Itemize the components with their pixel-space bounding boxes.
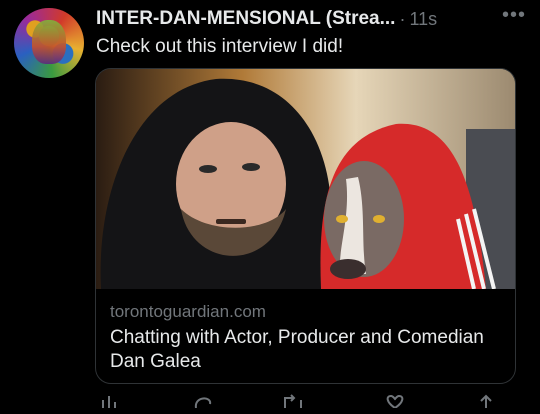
man-and-dog-photo (96, 69, 515, 289)
share-icon[interactable] (476, 394, 496, 413)
header-separator: · (399, 8, 406, 29)
reply-icon[interactable] (192, 394, 214, 413)
tweet-text: Check out this interview I did! (96, 36, 344, 57)
analytics-icon[interactable] (100, 394, 120, 413)
card-meta: torontoguardian.com Chatting with Actor,… (110, 302, 505, 374)
retweet-icon[interactable] (282, 394, 304, 413)
more-options-icon[interactable]: ••• (502, 5, 526, 25)
card-image[interactable] (96, 69, 515, 289)
author-avatar[interactable] (14, 8, 84, 78)
author-name[interactable]: INTER-DAN-MENSIONAL (Strea... (96, 8, 395, 30)
card-domain: torontoguardian.com (110, 302, 266, 321)
card-title[interactable]: Chatting with Actor, Producer and Comedi… (110, 326, 505, 374)
like-icon[interactable] (384, 394, 406, 413)
timestamp[interactable]: 11s (409, 9, 437, 30)
tweet-header: INTER-DAN-MENSIONAL (Strea... · 11s (96, 7, 516, 31)
tweet-actions (96, 394, 516, 414)
avatar-face (32, 20, 66, 64)
link-card[interactable]: torontoguardian.com Chatting with Actor,… (95, 68, 516, 384)
